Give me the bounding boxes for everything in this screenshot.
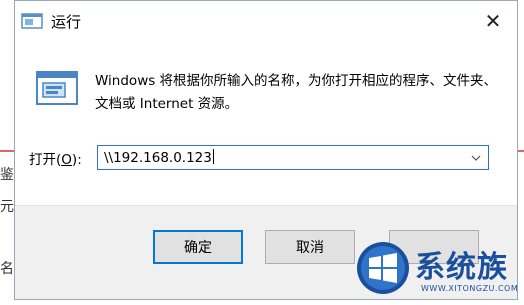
watermark-url: WWW.XITONGZU.COM: [421, 284, 519, 293]
windows-logo-icon: [357, 242, 409, 294]
command-input[interactable]: \\192.168.0.123: [104, 149, 214, 166]
open-label-tail: ):: [71, 152, 82, 168]
run-app-icon: [21, 13, 43, 29]
dialog-title: 运行: [51, 13, 82, 31]
dropdown-button[interactable]: [466, 147, 486, 168]
command-input-value: \\192.168.0.123: [104, 150, 212, 166]
title-bar[interactable]: 运行 ✕: [15, 1, 517, 41]
close-button[interactable]: ✕: [477, 7, 509, 35]
cancel-button[interactable]: 取消: [265, 230, 355, 264]
close-icon: ✕: [484, 9, 502, 33]
watermark-text: 系统族: [415, 250, 508, 285]
chevron-down-icon: [471, 155, 481, 161]
open-label: 打开(O):: [29, 148, 82, 168]
ok-button[interactable]: 确定: [153, 230, 243, 264]
dialog-content: Windows 将根据你所输入的名称，为你打开相应的程序、文件夹、文档或 Int…: [15, 41, 517, 205]
open-label-hotkey: O: [61, 152, 72, 168]
site-watermark: 系统族 WWW.XITONGZU.COM: [355, 238, 520, 302]
command-combobox[interactable]: \\192.168.0.123: [97, 145, 489, 170]
dialog-description: Windows 将根据你所输入的名称，为你打开相应的程序、文件夹、文档或 Int…: [95, 73, 498, 112]
text-caret: [212, 149, 214, 164]
run-program-icon: [36, 71, 78, 105]
open-label-text: 打开(: [29, 152, 62, 168]
